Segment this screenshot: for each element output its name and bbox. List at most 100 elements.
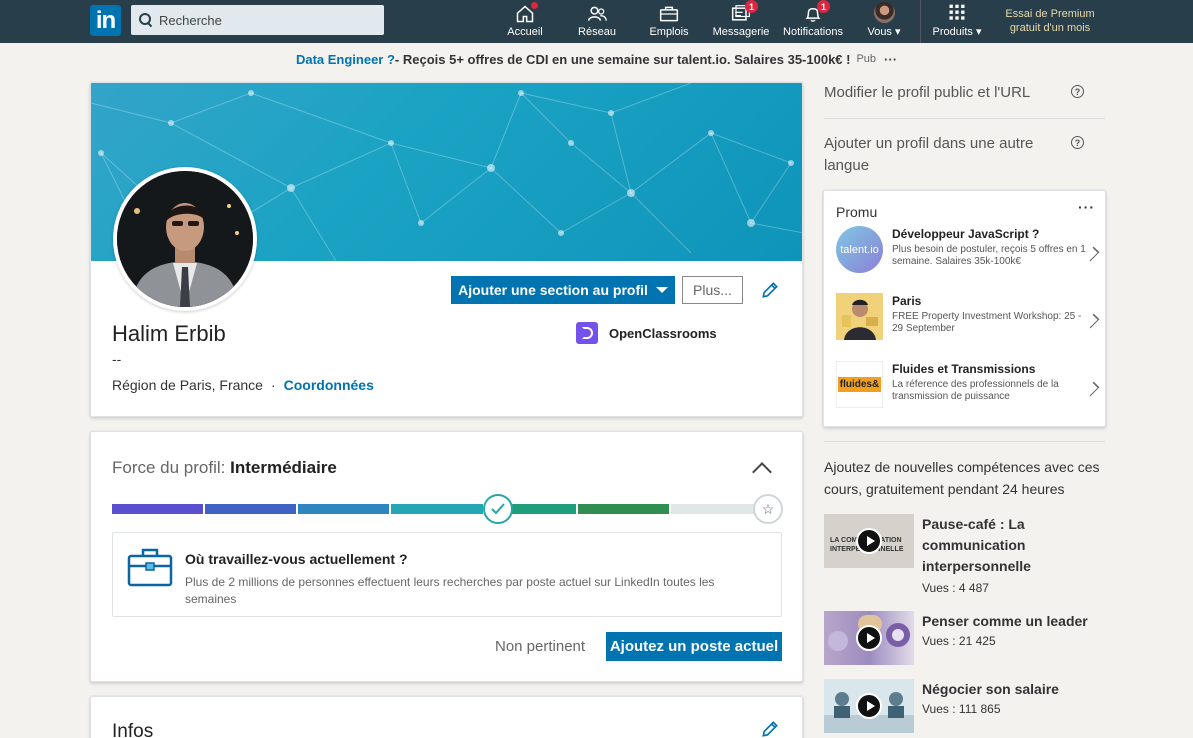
chevron-up-icon[interactable] <box>752 462 772 482</box>
play-icon[interactable] <box>856 693 882 719</box>
openclassrooms-logo <box>576 322 598 344</box>
more-button[interactable]: Plus... <box>682 276 743 304</box>
nav-notifications[interactable]: 1 Notifications <box>781 0 845 43</box>
nav-products-label: Produits ▾ <box>932 26 982 38</box>
promo-title: Développeur JavaScript ? <box>892 227 1040 241</box>
linkedin-logo[interactable]: in <box>90 5 121 36</box>
profile-strength-card: Force du profil: Intermédiaire ☆ Où trav… <box>90 431 803 682</box>
contact-info-link[interactable]: Coordonnées <box>284 377 374 393</box>
promoted-card: Promu ··· talent.io Développeur JavaScri… <box>823 190 1106 427</box>
nav-home-label: Accueil <box>507 26 543 38</box>
nav-me-label: Vous ▾ <box>867 26 901 38</box>
nav-network[interactable]: Réseau <box>578 0 616 43</box>
learning-heading: Ajoutez de nouvelles compétences avec ce… <box>824 459 1100 497</box>
company-name: OpenClassrooms <box>609 325 717 341</box>
profile-strength-title: Force du profil: Intermédiaire <box>112 458 337 478</box>
talentio-logo-text: talent.io <box>840 243 879 256</box>
notifications-badge: 1 <box>817 0 830 13</box>
paris-workshop-image <box>836 293 883 340</box>
premium-trial-link[interactable]: Essai de Premium gratuit d'un mois <box>995 7 1105 35</box>
course-title[interactable]: Pause-café : La communication interperso… <box>922 514 1110 577</box>
course-views: Vues : 21 425 <box>922 634 996 648</box>
nav-home[interactable]: Accueil <box>506 0 544 43</box>
meter-step <box>391 504 483 514</box>
home-notification-dot <box>530 1 539 10</box>
suggestion-question: Où travaillez-vous actuellement ? <box>185 551 408 567</box>
ad-text[interactable]: - Reçois 5+ offres de CDI en une semaine… <box>395 52 851 67</box>
current-company[interactable]: OpenClassrooms <box>576 322 717 344</box>
edit-public-profile-link[interactable]: Modifier le profil public et l'URL <box>824 82 1064 104</box>
caret-down-icon <box>655 287 668 293</box>
edit-pencil-icon[interactable] <box>760 280 780 300</box>
course-title[interactable]: Négocier son salaire <box>922 679 1110 700</box>
nav-me[interactable]: Vous ▾ <box>862 0 906 43</box>
ad-more-button[interactable]: ··· <box>884 52 897 67</box>
profile-location-row: Région de Paris, France · Coordonnées <box>112 377 374 393</box>
meter-step <box>112 504 204 514</box>
course-title[interactable]: Penser comme un leader <box>922 611 1110 632</box>
network-icon <box>586 4 608 24</box>
home-icon <box>514 1 539 24</box>
briefcase-icon <box>127 548 173 587</box>
infos-title: Infos <box>112 721 154 738</box>
nav-messaging[interactable]: 1 Messagerie <box>712 0 770 43</box>
promo-item[interactable]: Paris FREE Property Investment Workshop:… <box>836 293 1100 349</box>
add-current-position-button[interactable]: Ajoutez un poste actuel <box>606 632 782 661</box>
search-icon <box>139 13 153 27</box>
course-thumbnail <box>824 611 914 665</box>
ad-pub-label: Pub <box>856 53 877 65</box>
profile-name: Halim Erbib <box>112 321 226 346</box>
profile-headline: -- <box>112 351 122 367</box>
profile-strength-level: Intermédiaire <box>230 458 337 477</box>
suggestion-box: Où travaillez-vous actuellement ? Plus d… <box>112 532 782 617</box>
add-language-profile-link[interactable]: Ajouter un profil dans une autre langue <box>824 133 1054 177</box>
more-options-icon[interactable]: ··· <box>1078 199 1095 215</box>
promo-title: Paris <box>892 294 922 308</box>
fluides-logo-text: fluides& <box>837 377 882 392</box>
search-input[interactable] <box>159 12 379 28</box>
top-navigation: in Accueil Réseau Emplois 1 Messagerie 1 <box>0 0 1193 43</box>
promo-title: Fluides et Transmissions <box>892 362 1036 376</box>
course-item[interactable]: LA COMMUNICATION INTERPERSONNELLE Pause-… <box>824 514 1110 595</box>
profile-photo[interactable] <box>113 167 257 311</box>
ad-banner[interactable]: Data Engineer ? - Reçois 5+ offres de CD… <box>0 43 1193 75</box>
promo-item[interactable]: fluides& Fluides et Transmissions La réf… <box>836 361 1100 417</box>
nav-jobs-label: Emplois <box>649 26 689 38</box>
play-icon[interactable] <box>856 625 882 651</box>
search-box[interactable] <box>131 5 384 35</box>
promoted-title: Promu <box>836 204 878 220</box>
nav-network-label: Réseau <box>578 26 616 38</box>
edit-pencil-icon[interactable] <box>760 719 780 738</box>
ad-highlight[interactable]: Data Engineer ? <box>296 52 395 67</box>
me-avatar <box>873 2 895 23</box>
course-item[interactable]: Penser comme un leader Vues : 21 425 <box>824 611 1109 681</box>
meter-step <box>577 504 669 514</box>
help-icon[interactable]: ? <box>1071 136 1084 149</box>
nav-jobs[interactable]: Emplois <box>648 0 690 43</box>
add-profile-section-button[interactable]: Ajouter une section au profil <box>451 276 675 304</box>
star-icon: ☆ <box>753 494 783 524</box>
talentio-logo: talent.io <box>836 226 883 273</box>
play-icon[interactable] <box>856 528 882 554</box>
profile-location: Région de Paris, France <box>112 377 263 393</box>
course-item[interactable]: Négocier son salaire Vues : 111 865 <box>824 679 1109 738</box>
nav-notifications-label: Notifications <box>783 26 843 38</box>
help-icon[interactable]: ? <box>1071 85 1084 98</box>
meter-step <box>205 504 297 514</box>
infos-card: Infos <box>90 696 803 738</box>
course-views: Vues : 4 487 <box>922 581 989 595</box>
course-thumbnail <box>824 679 914 733</box>
not-relevant-button[interactable]: Non pertinent <box>495 638 585 655</box>
nav-products[interactable]: Produits ▾ <box>928 0 986 43</box>
messaging-icon: 1 <box>730 0 758 24</box>
meter-step <box>670 504 762 514</box>
bell-icon: 1 <box>802 0 830 24</box>
course-thumbnail: LA COMMUNICATION INTERPERSONNELLE <box>824 514 914 568</box>
profile-strength-meter <box>112 504 762 514</box>
promo-item[interactable]: talent.io Développeur JavaScript ? Plus … <box>836 226 1100 282</box>
add-profile-section-label: Ajouter une section au profil <box>458 282 648 298</box>
grid-icon <box>946 3 968 23</box>
separator-dot: · <box>270 377 276 393</box>
nav-messaging-label: Messagerie <box>712 26 770 38</box>
meter-step <box>298 504 390 514</box>
